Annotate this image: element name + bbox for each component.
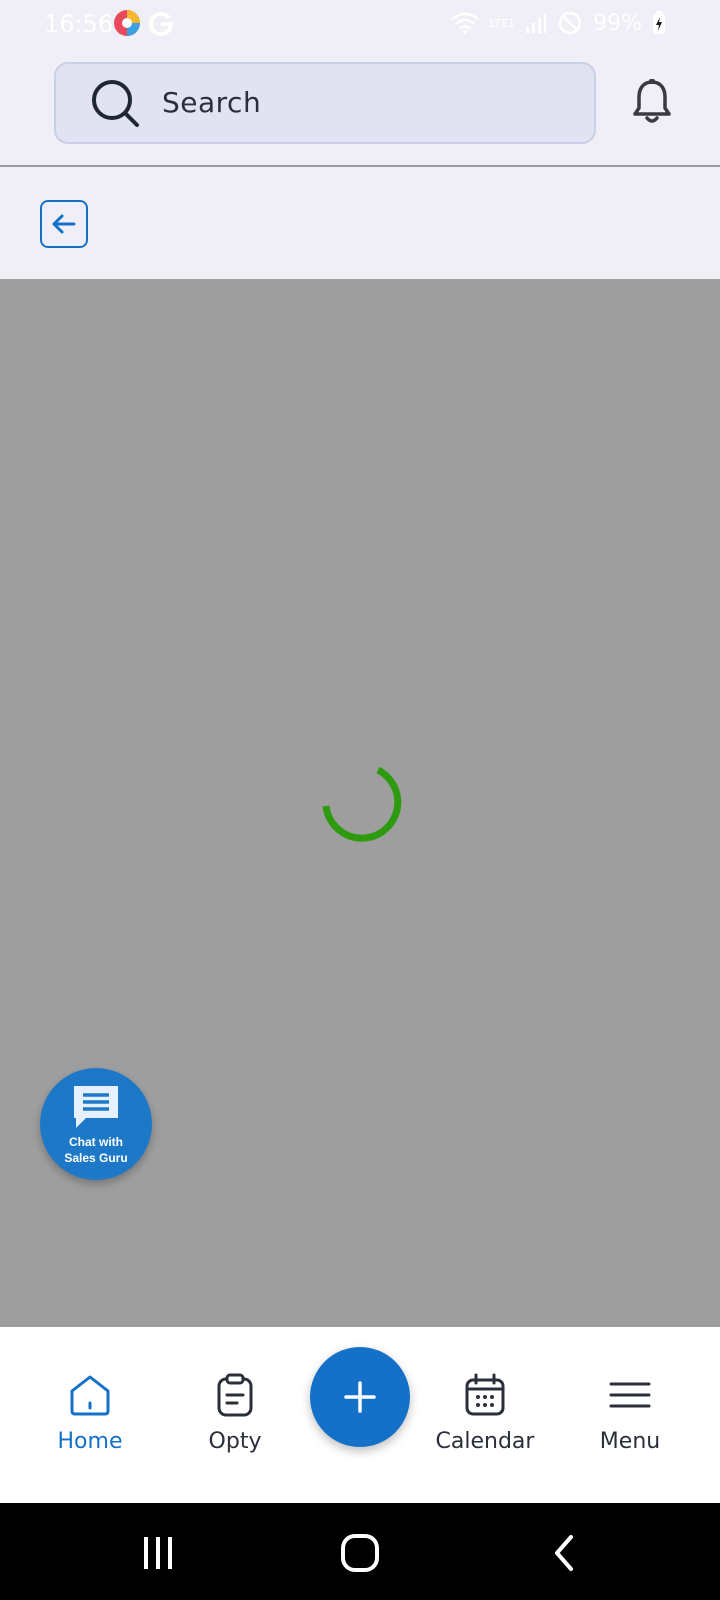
nav-label-opty: Opty	[208, 1429, 262, 1454]
search-placeholder: Search	[162, 86, 262, 119]
signal-icon	[526, 13, 547, 33]
add-button[interactable]	[310, 1347, 410, 1447]
calendar-icon	[465, 1373, 505, 1416]
status-time: 16:56	[44, 10, 114, 38]
nav-label-calendar: Calendar	[435, 1429, 535, 1454]
nav-item-calendar[interactable]: Calendar	[415, 1371, 555, 1454]
search-icon	[92, 80, 139, 127]
nav-item-menu[interactable]: Menu	[560, 1371, 700, 1454]
home-system-icon[interactable]	[340, 1533, 380, 1573]
status-notification-icons	[112, 8, 174, 38]
wifi-icon	[451, 12, 479, 34]
home-icon	[70, 1375, 110, 1416]
arrow-left-icon	[52, 214, 76, 234]
network-type-label: LTE1	[489, 16, 516, 30]
battery-charging-icon	[653, 11, 665, 34]
battery-percent: 99%	[593, 10, 642, 36]
app-screen: 16:56 LTE1 99% Search Chat with Sales Gu…	[0, 0, 720, 1600]
chat-bubble-icon	[74, 1086, 118, 1128]
status-bar: 16:56 LTE1 99%	[0, 0, 720, 50]
menu-icon	[609, 1382, 651, 1408]
search-input[interactable]: Search	[54, 62, 596, 144]
back-button[interactable]	[40, 200, 88, 248]
nav-item-opty[interactable]: Opty	[165, 1371, 305, 1454]
plus-icon	[344, 1381, 376, 1413]
top-header: Search	[0, 50, 720, 167]
chat-fab-label-line2: Sales Guru	[64, 1151, 128, 1165]
nav-label-menu: Menu	[599, 1429, 661, 1454]
status-system-icons: LTE1 99%	[450, 10, 666, 36]
app-notification-icon	[114, 10, 140, 36]
chat-fab-label-line1: Chat with	[69, 1135, 123, 1149]
system-navigation-bar	[0, 1503, 720, 1600]
page-toolbar	[0, 167, 720, 279]
clipboard-icon	[217, 1373, 253, 1417]
nav-item-home[interactable]: Home	[20, 1371, 160, 1454]
loading-overlay: Chat with Sales Guru	[0, 279, 720, 1327]
loading-spinner-icon	[322, 766, 402, 842]
nav-label-home: Home	[57, 1429, 123, 1454]
bottom-navigation: Home Opty Calendar Menu	[0, 1327, 720, 1503]
google-icon	[149, 12, 174, 36]
chat-fab-label: Chat with Sales Guru	[40, 1134, 152, 1166]
back-system-icon[interactable]	[545, 1533, 585, 1573]
recent-apps-icon[interactable]	[138, 1533, 178, 1573]
chat-with-sales-guru-button[interactable]: Chat with Sales Guru	[40, 1068, 152, 1180]
do-not-disturb-icon	[558, 11, 582, 35]
notification-bell-icon[interactable]	[630, 78, 674, 128]
